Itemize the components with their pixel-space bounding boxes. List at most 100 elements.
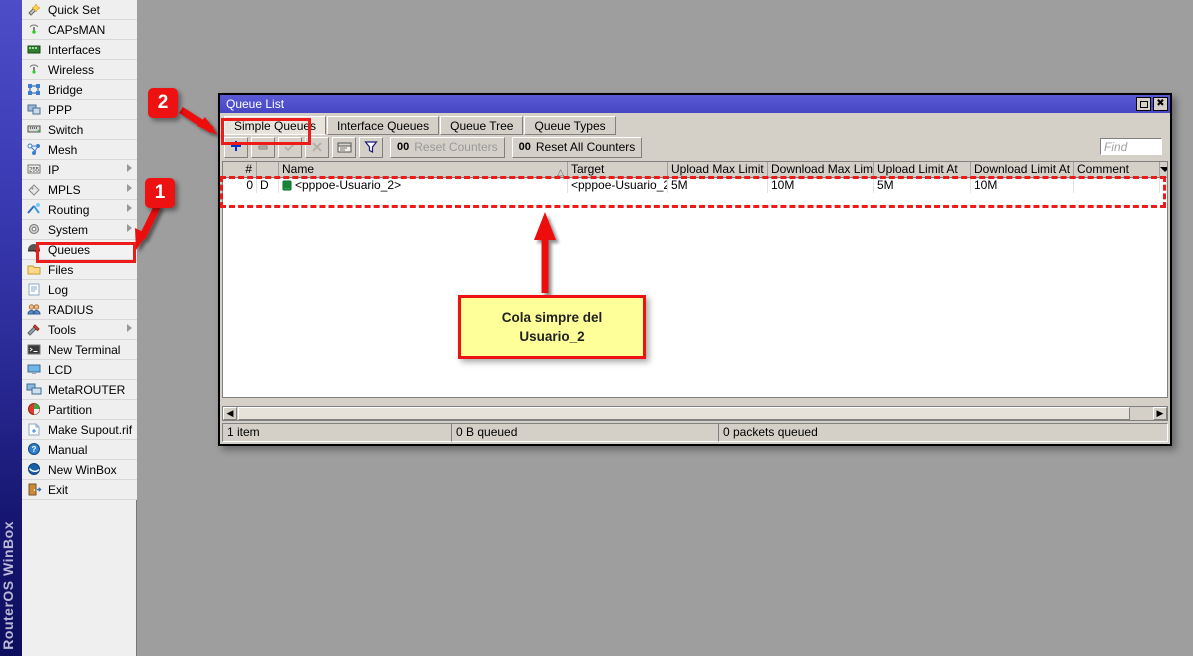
sidebar-item-ip[interactable]: 255IP [22,160,137,180]
sidebar-item-partition[interactable]: Partition [22,400,137,420]
queue-table[interactable]: # Name△TargetUpload Max Limit Download Max… [222,161,1168,398]
partition-icon [26,402,44,418]
column-header-label: Upload Limit At [877,162,958,176]
cell-upload-max-limit: 5M [668,178,768,193]
supout-icon [26,422,44,438]
queue-tabs[interactable]: Simple Queues Interface Queues Queue Tree Q… [220,113,1170,135]
queue-list-window[interactable]: Queue List ✖ Simple Queues Interface Queu… [218,93,1172,446]
sidebar-item-system[interactable]: System [22,220,137,240]
sidebar-item-new-winbox[interactable]: New WinBox [22,460,137,480]
sidebar-item-label: RADIUS [48,303,93,317]
table-header-row[interactable]: # Name△TargetUpload Max Limit Download Max… [223,162,1167,178]
table-body[interactable]: 0D<pppoe-Usuario_2><pppoe-Usuario_2>5M10… [223,178,1167,193]
tab-interface-queues[interactable]: Interface Queues [327,116,439,135]
sidebar-item-label: Bridge [48,83,83,97]
system-gear-icon [26,222,44,238]
sidebar-item-label: System [48,223,88,237]
sidebar-item-label: Make Supout.rif [48,423,132,437]
tab-simple-queues[interactable]: Simple Queues [224,116,326,135]
add-queue-button[interactable] [224,137,248,158]
sidebar-item-bridge[interactable]: Bridge [22,80,137,100]
sidebar-item-lcd[interactable]: LCD [22,360,137,380]
sidebar-item-label: Routing [48,203,89,217]
close-icon[interactable]: ✖ [1153,97,1168,111]
sidebar-item-quick-set[interactable]: Quick Set [22,0,137,20]
disable-queue-button[interactable] [305,137,329,158]
cell-name: <pppoe-Usuario_2> [279,178,568,193]
svg-text:255: 255 [29,167,40,173]
queue-toolbar[interactable]: 00 Reset Counters 00 Reset All Counters … [220,135,1170,159]
sidebar-item-label: Switch [48,123,83,137]
terminal-icon [26,342,44,358]
winbox-sidebar: RouterOS WinBox Quick SetCAPsMANInterfac… [0,0,137,656]
reset-counters-label: Reset Counters [414,140,497,154]
exit-icon [26,482,44,498]
reset-counters-button[interactable]: 00 Reset Counters [390,137,505,158]
sidebar-item-wireless[interactable]: Wireless [22,60,137,80]
scroll-right-icon[interactable]: ▶ [1153,407,1167,420]
scroll-left-icon[interactable]: ◀ [223,407,237,420]
manual-icon: ? [26,442,44,458]
tab-queue-tree[interactable]: Queue Tree [440,116,523,135]
sidebar-item-exit[interactable]: Exit [22,480,137,500]
reset-all-counters-label: Reset All Counters [536,140,635,154]
queue-list-titlebar[interactable]: Queue List ✖ [220,95,1170,113]
comment-button[interactable] [332,137,356,158]
cell-value: 0 [246,178,253,192]
maximize-restore-icon[interactable] [1136,97,1151,111]
sidebar-item-capsman[interactable]: CAPsMAN [22,20,137,40]
sidebar-item-make-supout-rif[interactable]: Make Supout.rif [22,420,137,440]
scrollbar-thumb[interactable] [238,407,1130,420]
column-chooser-button[interactable] [1160,162,1167,177]
ppp-icon [26,102,44,118]
filter-button[interactable] [359,137,383,158]
column-header-#[interactable]: # [223,162,257,177]
cell-comment [1074,178,1160,193]
column-header-upload-max-limit[interactable]: Upload Max Limit [668,162,768,177]
tab-label: Queue Types [534,119,605,133]
sidebar-item-ppp[interactable]: PPP [22,100,137,120]
status-bytes-queued: 0 B queued [451,423,719,442]
remove-queue-button[interactable] [251,137,275,158]
sidebar-item-new-terminal[interactable]: New Terminal [22,340,137,360]
quick-set-icon [26,2,44,18]
table-row[interactable]: 0D<pppoe-Usuario_2><pppoe-Usuario_2>5M10… [223,178,1167,193]
sidebar-item-routing[interactable]: Routing [22,200,137,220]
find-placeholder: Find [1104,140,1127,154]
chevron-right-icon [127,164,132,172]
arrow-badge-2 [181,110,218,135]
tab-label: Simple Queues [234,119,316,133]
winbox-icon [26,462,44,478]
tab-queue-types[interactable]: Queue Types [524,116,615,135]
column-header-label: Upload Max Limit [671,162,764,176]
sidebar-item-files[interactable]: Files [22,260,137,280]
column-header-download-limit-at[interactable]: Download Limit At [971,162,1074,177]
cell-value: <pppoe-Usuario_2> [295,178,401,192]
tab-label: Queue Tree [450,119,513,133]
column-header-name[interactable]: Name△ [279,162,568,177]
find-input[interactable]: Find [1100,138,1162,155]
radius-icon [26,302,44,318]
callout-line-1: Cola simpre del [502,308,603,327]
sidebar-item-switch[interactable]: Switch [22,120,137,140]
sidebar-menu[interactable]: Quick SetCAPsMANInterfacesWireless Bridge… [22,0,137,656]
column-header-comment[interactable]: Comment [1074,162,1160,177]
column-header-upload-limit-at[interactable]: Upload Limit At [874,162,971,177]
log-icon [26,282,44,298]
sidebar-item-label: Exit [48,483,68,497]
sidebar-item-tools[interactable]: Tools [22,320,137,340]
enable-queue-button[interactable] [278,137,302,158]
reset-all-counters-button[interactable]: 00 Reset All Counters [512,137,643,158]
sidebar-item-log[interactable]: Log [22,280,137,300]
sidebar-item-mpls[interactable]: MPLS [22,180,137,200]
sidebar-item-mesh[interactable]: Mesh [22,140,137,160]
column-header-target[interactable]: Target [568,162,668,177]
sidebar-item-interfaces[interactable]: Interfaces [22,40,137,60]
horizontal-scrollbar[interactable]: ◀ ▶ [222,406,1168,421]
column-header-flags[interactable] [257,162,279,177]
sidebar-item-manual[interactable]: ?Manual [22,440,137,460]
sidebar-item-queues[interactable]: Queues [22,240,137,260]
sidebar-item-radius[interactable]: RADIUS [22,300,137,320]
column-header-download-max-limit[interactable]: Download Max Limit [768,162,874,177]
sidebar-item-metarouter[interactable]: MetaROUTER [22,380,137,400]
